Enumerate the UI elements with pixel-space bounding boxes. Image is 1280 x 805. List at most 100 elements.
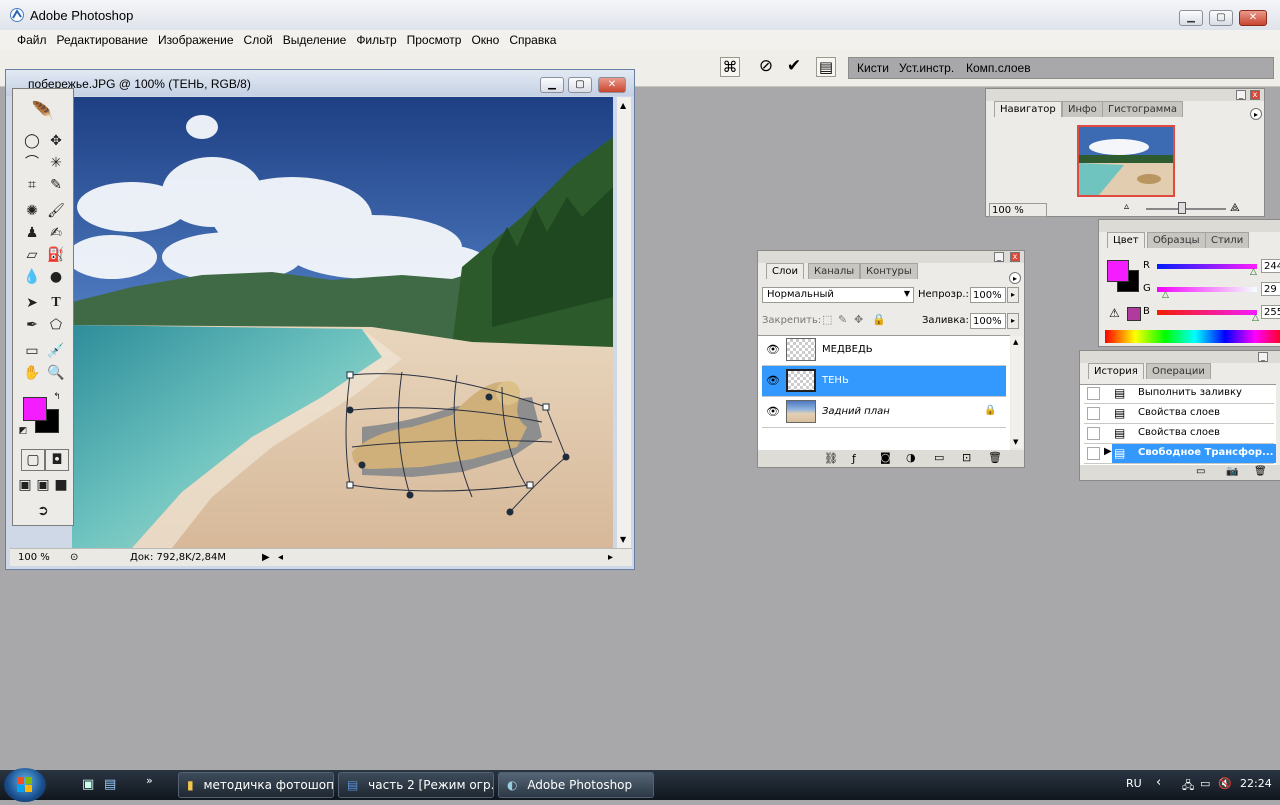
menu-edit[interactable]: Редактирование (52, 30, 153, 48)
lasso-tool-icon[interactable]: ⌒ (21, 153, 43, 173)
well-tab-layer-comps[interactable]: Комп.слоев (966, 61, 1031, 75)
navigator-zoom-slider[interactable] (1146, 208, 1226, 210)
tray-display-icon[interactable]: ▭ (1200, 777, 1210, 790)
menu-select[interactable]: Выделение (278, 30, 352, 48)
layer-row-selected[interactable]: 👁 ТЕНЬ (762, 366, 1006, 397)
doc-vertical-scrollbar[interactable]: ▲ ▼ (617, 97, 631, 548)
quicklaunch-overflow-icon[interactable]: » (146, 774, 153, 787)
quick-mask-mode-icon[interactable]: ◘ (45, 449, 69, 471)
slice-tool-icon[interactable]: ✎ (45, 175, 67, 195)
opacity-slider-arrow-icon[interactable]: ▸ (1007, 287, 1019, 303)
task-word-document[interactable]: ▤ часть 2 [Режим огр... (338, 772, 494, 798)
history-source-checkbox[interactable] (1087, 447, 1100, 460)
layers-scroll-down-icon[interactable]: ▼ (1013, 438, 1018, 446)
layers-minimize-button[interactable]: _ (994, 252, 1004, 262)
history-step[interactable]: ▤ Выполнить заливку (1084, 384, 1274, 404)
status-info-icon[interactable]: ⊙ (70, 552, 78, 563)
layer-visibility-eye-icon[interactable]: 👁 (766, 405, 780, 418)
navigator-menu-button[interactable]: ▸ (1250, 108, 1262, 120)
path-selection-tool-icon[interactable]: ➤ (21, 293, 43, 313)
history-brush-tool-icon[interactable]: ✍ (45, 223, 67, 243)
pen-tool-icon[interactable]: ✒ (21, 315, 43, 335)
channel-r-slider[interactable] (1157, 264, 1257, 269)
hand-tool-icon[interactable]: ✋ (21, 363, 43, 383)
shape-tool-icon[interactable]: ⬠ (45, 315, 67, 335)
crop-tool-icon[interactable]: ⌗ (21, 175, 43, 195)
layer-style-icon[interactable]: ƒ (852, 452, 856, 465)
menu-file[interactable]: Файл (12, 30, 52, 48)
swap-colors-icon[interactable]: ↰ (51, 391, 63, 403)
navigator-close-button[interactable]: x (1250, 90, 1260, 100)
zoom-readout[interactable]: 100 % (18, 552, 50, 563)
opacity-field[interactable] (970, 287, 1006, 303)
tab-channels[interactable]: Каналы (808, 263, 861, 279)
jump-to-imageready-icon[interactable]: ➲ (23, 501, 63, 521)
layer-visibility-eye-icon[interactable]: 👁 (766, 343, 780, 356)
layers-scrollbar[interactable]: ▲ ▼ (1011, 336, 1023, 448)
zoom-tool-icon[interactable]: 🔍 (45, 363, 67, 383)
history-source-checkbox[interactable] (1087, 387, 1100, 400)
standard-mode-icon[interactable]: ▢ (21, 449, 45, 471)
tab-layers[interactable]: Слои (766, 263, 804, 279)
eraser-tool-icon[interactable]: ▱ (21, 245, 43, 265)
switch-windows-icon[interactable]: ▤ (104, 777, 116, 792)
clone-stamp-tool-icon[interactable]: ♟ (21, 223, 43, 243)
lock-position-icon[interactable]: ✥ (854, 313, 863, 326)
history-step[interactable]: ▤ Свойства слоев (1084, 404, 1274, 424)
language-indicator[interactable]: RU (1126, 777, 1142, 790)
paint-bucket-tool-icon[interactable]: ⛽ (45, 245, 67, 265)
navigator-zoom-slider-thumb[interactable] (1178, 202, 1186, 214)
navigator-minimize-button[interactable]: _ (1236, 90, 1246, 100)
brush-tool-icon[interactable]: 🖌 (45, 201, 67, 221)
new-group-icon[interactable]: ▭ (934, 451, 944, 464)
tab-history[interactable]: История (1088, 363, 1144, 379)
lock-all-icon[interactable]: 🔒 (872, 313, 886, 326)
layers-scroll-up-icon[interactable]: ▲ (1013, 338, 1018, 346)
close-button[interactable]: ✕ (1239, 10, 1267, 26)
layer-row[interactable]: 👁 МЕДВЕДЬ (762, 335, 1006, 366)
screen-mode-standard-icon[interactable]: ▣ (17, 475, 33, 495)
history-source-checkbox[interactable] (1087, 427, 1100, 440)
tray-network-icon[interactable]: 🖧 (1182, 777, 1194, 796)
commit-transform-icon[interactable]: ✔ (784, 57, 804, 77)
menu-view[interactable]: Просмотр (402, 30, 467, 48)
delete-layer-icon[interactable]: 🗑 (988, 451, 1002, 464)
foreground-color-swatch[interactable] (23, 397, 47, 421)
out-of-gamut-warning-icon[interactable]: ⚠ (1109, 306, 1120, 320)
menu-image[interactable]: Изображение (153, 30, 239, 48)
channel-r-slider-thumb[interactable]: △ (1250, 267, 1257, 277)
history-minimize-button[interactable]: _ (1258, 352, 1268, 362)
tab-navigator[interactable]: Навигатор (994, 101, 1062, 117)
tab-histogram[interactable]: Гистограмма (1102, 101, 1183, 117)
adjustment-layer-icon[interactable]: ◑ (906, 451, 916, 464)
fill-slider-arrow-icon[interactable]: ▸ (1007, 313, 1019, 329)
menu-help[interactable]: Справка (504, 30, 561, 48)
menu-layer[interactable]: Слой (239, 30, 278, 48)
tab-actions[interactable]: Операции (1146, 363, 1211, 379)
show-desktop-icon[interactable]: ▣ (82, 777, 94, 792)
zoom-out-icon[interactable]: ▵ (1124, 201, 1129, 212)
channel-b-slider-thumb[interactable]: △ (1252, 313, 1259, 323)
layers-menu-button[interactable]: ▸ (1009, 272, 1021, 284)
doc-minimize-button[interactable]: ▁ (540, 77, 564, 93)
warp-toggle-icon[interactable]: ⌘ (720, 57, 740, 77)
link-layers-icon[interactable]: ⛓ (824, 452, 838, 465)
minimize-button[interactable]: ▁ (1179, 10, 1203, 26)
doc-hscroll-left-icon[interactable]: ◂ (278, 552, 283, 563)
channel-g-value[interactable] (1261, 282, 1280, 296)
history-step[interactable]: ▤ Свойства слоев (1084, 424, 1274, 444)
type-tool-icon[interactable]: T (45, 293, 67, 313)
tab-info[interactable]: Инфо (1062, 101, 1103, 117)
task-folder-methodichka[interactable]: ▮ методичка фотошоп (178, 772, 334, 798)
channel-g-slider-thumb[interactable]: △ (1162, 290, 1169, 300)
lock-image-icon[interactable]: ✎ (838, 313, 847, 326)
gamut-color-swatch[interactable] (1127, 307, 1141, 321)
color-foreground-swatch[interactable] (1107, 260, 1129, 282)
task-photoshop[interactable]: ◐ Adobe Photoshop (498, 772, 654, 798)
history-source-checkbox[interactable] (1087, 407, 1100, 420)
layers-close-button[interactable]: x (1010, 252, 1020, 262)
color-ramp[interactable] (1105, 330, 1280, 343)
well-tab-tool-presets[interactable]: Уст.инстр. (899, 61, 954, 75)
image-canvas[interactable] (72, 97, 613, 548)
default-colors-icon[interactable]: ◩ (17, 425, 29, 437)
